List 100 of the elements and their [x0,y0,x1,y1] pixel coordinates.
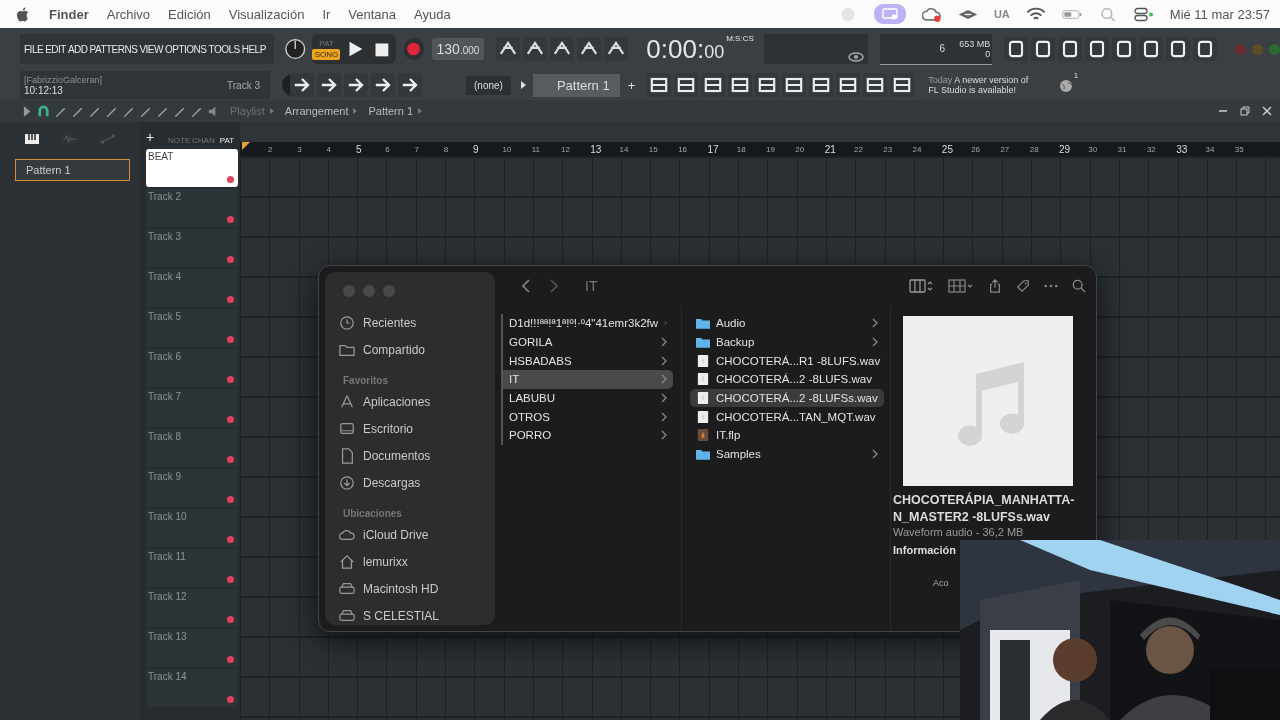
track-header[interactable]: Track 2 [146,189,238,227]
sidebar-item[interactable]: iCloud Drive [335,521,485,548]
track-header[interactable]: Track 14 [146,669,238,707]
file-row[interactable]: Audio [690,314,884,333]
pattern-item[interactable]: Pattern 1 [15,159,130,181]
add-pattern-button[interactable]: + [627,77,636,93]
file-row[interactable]: CHOCOTERÁ...2 -8LUFS.wav [690,370,884,389]
sidebar-item[interactable]: Compartido [335,336,485,363]
track-header[interactable]: Track 10 [146,509,238,547]
folder-row[interactable]: D1d!!!ªª!ª1ª!º!·º4"41emr3k2fw [501,314,673,333]
menu-item[interactable]: TOOLS [208,43,240,55]
mute-dot[interactable] [227,216,234,223]
group-icon[interactable] [948,279,974,293]
magnet-icon[interactable] [37,104,50,118]
mode-toggle[interactable]: SONG [312,49,341,60]
mute-dot[interactable] [227,696,234,703]
menu-item[interactable]: VIEW [139,43,163,55]
breadcrumb-item[interactable]: Arrangement [284,105,349,117]
sidebar-item[interactable]: Aplicaciones [335,388,485,415]
track-header[interactable]: Track 12 [146,589,238,627]
menu-item[interactable]: Archivo [106,6,151,22]
menu-item[interactable]: Edición [168,6,211,22]
mute-dot[interactable] [227,376,234,383]
track-header[interactable]: Track 8 [146,429,238,467]
menu-item[interactable]: EDIT [45,43,66,55]
folder-row[interactable]: GORILA [501,332,673,352]
breadcrumb-item[interactable]: Pattern 1 [368,105,414,117]
apple-icon[interactable] [16,6,29,22]
mute-dot[interactable] [227,576,234,583]
track-header[interactable]: Track 5 [146,309,238,347]
file-row[interactable]: CHOCOTERÁ...TAN_MQT.wav [690,407,884,427]
file-row[interactable]: IT.flp [690,426,884,445]
pattern-selector[interactable]: Pattern 1 [532,73,620,97]
mute-dot[interactable] [227,416,234,423]
mute-dot[interactable] [227,456,234,463]
folder-row[interactable]: LABUBU [501,388,673,408]
share-icon[interactable] [988,279,1002,293]
horizontal-scrollbar[interactable] [240,122,1280,142]
file-row[interactable]: CHOCOTERÁ...2 -8LUFSs.wav [690,388,884,408]
menu-item[interactable]: FILE [24,43,44,55]
mute-dot[interactable] [227,496,234,503]
menu-item[interactable]: ADD [67,43,88,55]
folder-row[interactable]: PORRO [501,426,673,445]
file-row[interactable]: CHOCOTERÁ...R1 -8LUFS.wav [690,351,884,371]
tempo-display[interactable]: 130.000 [431,38,485,60]
menu-item[interactable]: Ayuda [414,6,451,22]
sidebar-item[interactable]: Documentos [335,442,485,469]
track-header[interactable]: Track 6 [146,349,238,387]
track-header[interactable]: Track 7 [146,389,238,427]
control-center-icon[interactable] [1133,6,1154,22]
mute-dot[interactable] [227,616,234,623]
file-row[interactable]: Backup [690,332,884,352]
wifi-icon[interactable] [1025,6,1046,22]
timeline-ruler[interactable]: 2 3 4 5 6 7 8 9 10 11 12 13 14 15 16 17 18 19 20 21 22 23 24 25 26 27 28 29 30 31 32 33 34 35 [240,142,1280,156]
folder-row[interactable]: OTROS [501,407,673,427]
mute-dot[interactable] [227,336,234,343]
columns-view-icon[interactable] [908,279,934,293]
track-header[interactable]: Track 4 [146,269,238,307]
mute-dot[interactable] [227,176,234,183]
back-icon[interactable] [519,279,533,293]
mute-dot[interactable] [227,296,234,303]
clock[interactable]: Mié 11 mar 23:57 [1169,6,1270,22]
menu-item[interactable]: Visualización [228,6,305,22]
arrow-icon[interactable] [518,80,527,90]
globe-icon[interactable] [1058,77,1075,93]
sidebar-item[interactable]: S CELESTIAL [335,602,485,629]
menu-item[interactable]: HELP [241,43,266,55]
menu-item[interactable]: Ir [322,6,331,22]
file-row[interactable]: Samples [690,444,884,464]
menu-item[interactable]: OPTIONS [164,43,207,55]
news-panel[interactable]: Today A newer version of FL Studio is available! [928,75,1049,95]
folder-row[interactable]: IT [501,370,673,389]
restore-button[interactable] [1240,106,1250,116]
close-button[interactable] [1262,106,1272,116]
mute-dot[interactable] [227,656,234,663]
track-header[interactable]: Track 11 [146,549,238,587]
filter-tab[interactable]: PAT [216,136,238,145]
action-button[interactable]: Aco [933,578,949,588]
sidebar-item[interactable]: Descargas [335,469,485,496]
sidebar-item[interactable]: Macintosh HD [335,575,485,602]
record-icon[interactable] [404,38,424,60]
mute-dot[interactable] [227,536,234,543]
tag-icon[interactable] [1016,279,1030,293]
track-header[interactable]: BEAT [146,149,238,187]
time-format-label[interactable]: M:S:CS [726,33,754,43]
snap-selector[interactable]: (none) [466,75,511,95]
track-header[interactable]: Track 9 [146,469,238,507]
sidebar-item[interactable]: lemurixx [335,548,485,575]
menu-item[interactable]: Ventana [348,6,397,22]
track-header[interactable]: Track 3 [146,229,238,267]
eye-icon[interactable] [847,52,864,62]
piano-icon[interactable] [24,133,40,145]
volume-knob[interactable] [284,36,307,62]
search-icon[interactable] [1072,279,1086,293]
add-track-button[interactable]: + [146,129,160,145]
app-menu[interactable]: Finder [49,6,89,22]
sidebar-item[interactable]: Escritorio [335,415,485,442]
mute-dot[interactable] [227,256,234,263]
minimize-button[interactable] [1218,110,1228,112]
menu-item[interactable]: PATTERNS [89,43,138,55]
